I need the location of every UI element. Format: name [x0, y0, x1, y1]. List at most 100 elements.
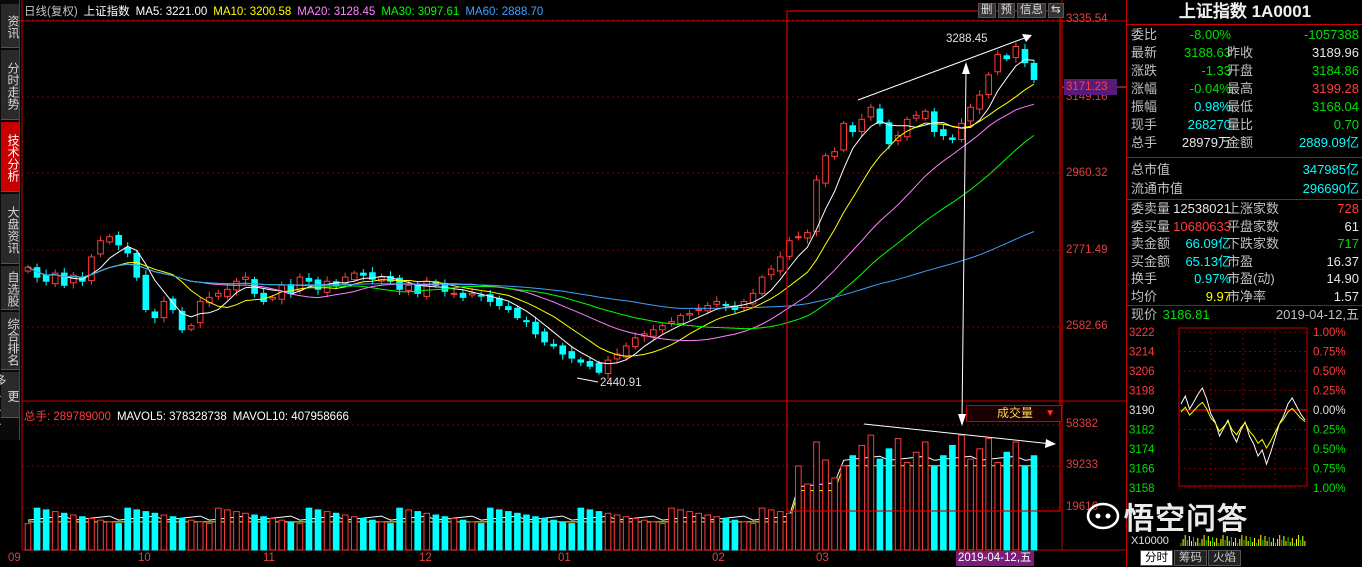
- volume-bar: [305, 507, 313, 551]
- volume-bar: [441, 516, 449, 551]
- swap-icon[interactable]: ⇆: [1048, 3, 1064, 18]
- quote-label: 换手: [1131, 271, 1158, 287]
- volume-bar: [414, 511, 422, 551]
- candle-body: [722, 303, 730, 306]
- preview-button[interactable]: 预: [997, 3, 1015, 18]
- chart-toolbar: 删预信息 ⇆: [978, 3, 1066, 18]
- volume-bar: [477, 523, 485, 551]
- candle-body: [858, 118, 866, 132]
- quote-label: 均价: [1131, 289, 1158, 304]
- quote-label: 委买量: [1131, 218, 1171, 234]
- tab-flame[interactable]: 火焰: [1208, 550, 1241, 566]
- volume-bar: [550, 519, 557, 551]
- left-tab-5[interactable]: 综合排名: [1, 312, 20, 370]
- candle-body: [260, 292, 267, 302]
- left-tab-0[interactable]: 资讯: [1, 4, 20, 48]
- divider: [1127, 157, 1362, 158]
- candle-body: [287, 284, 295, 294]
- quote-value: 347985亿: [1302, 162, 1359, 177]
- volume-bar: [686, 511, 693, 551]
- candle-body: [949, 137, 956, 141]
- candlestick-series: [24, 42, 1038, 379]
- tab-intraday[interactable]: 分时: [1140, 550, 1173, 566]
- volume-bar: [577, 507, 585, 551]
- quote-value: -1057388: [1304, 27, 1359, 42]
- volume-bar: [921, 441, 929, 551]
- candle-body: [215, 292, 222, 297]
- candle-body: [767, 268, 775, 276]
- mavol10-value: MAVOL10: 407958666: [232, 411, 349, 423]
- quote-label: 买金额: [1131, 253, 1171, 269]
- ma30-value: MA30: 3097.61: [381, 6, 460, 18]
- quote-value: 10680633: [1173, 218, 1231, 234]
- left-tab-3[interactable]: 大盘资讯: [1, 194, 20, 264]
- quote-row: 最新 3188.63 昨收 3189.96: [1131, 44, 1359, 62]
- intraday-price-tick: 3206: [1129, 366, 1155, 378]
- quote-row: 总市值 347985亿: [1131, 161, 1359, 179]
- intraday-pct-tick: 0.75%: [1313, 464, 1346, 476]
- dropdown-arrow-icon: ▼: [1045, 408, 1055, 419]
- quote-label: 最新: [1131, 45, 1158, 60]
- left-tab-1[interactable]: 分时走势: [1, 50, 20, 120]
- left-tab-2[interactable]: 技术分析: [1, 122, 20, 192]
- current-price-marker: 3171.23: [1064, 79, 1117, 95]
- delete-button[interactable]: 删: [978, 3, 996, 18]
- volume-bar: [169, 516, 177, 551]
- quote-value: 65.13亿: [1185, 253, 1231, 269]
- candle-body: [631, 337, 639, 348]
- volume-bar: [1021, 465, 1029, 551]
- candle-body: [196, 300, 204, 324]
- volume-bar: [586, 509, 594, 551]
- tab-chips[interactable]: 筹码: [1174, 550, 1207, 566]
- intraday-price-tick: 3166: [1129, 464, 1155, 476]
- volume-bar: [659, 523, 666, 551]
- volume-bar: [831, 477, 838, 551]
- quote-value: 728: [1337, 201, 1359, 216]
- candle-body: [604, 359, 612, 374]
- quote-label: 市盈: [1227, 253, 1254, 269]
- price-tick: 2960.32: [1066, 167, 1108, 179]
- volume-bar: [722, 517, 730, 551]
- quote-row: 买金额 65.13亿 市盈 16.37: [1131, 253, 1359, 271]
- candle-body: [305, 277, 313, 282]
- volume-bar: [369, 519, 376, 551]
- kline-chart[interactable]: [0, 0, 1126, 567]
- ma30-line: [27, 134, 1035, 330]
- volume-bar: [1003, 451, 1011, 551]
- quote-value: 3184.86: [1312, 63, 1359, 78]
- volume-bar: [296, 523, 304, 551]
- chart-period-label[interactable]: 日线(复权): [24, 6, 78, 18]
- volume-bar: [604, 512, 612, 551]
- candle-body: [930, 111, 938, 132]
- quote-label: 最低: [1227, 99, 1254, 114]
- quote-value: 296690亿: [1302, 181, 1359, 196]
- candle-body: [994, 54, 1002, 73]
- candle-body: [867, 106, 875, 118]
- volume-tick: 58382: [1066, 418, 1098, 430]
- indicator-select[interactable]: 成交量 ▼: [966, 405, 1062, 422]
- volume-bar: [1030, 455, 1038, 551]
- left-tab-6[interactable]: 更多...: [0, 372, 20, 428]
- arrow-head-icon: [1045, 439, 1056, 448]
- volume-bar: [541, 517, 548, 551]
- volume-bar: [106, 521, 113, 551]
- candle-body: [849, 125, 857, 132]
- volume-bar: [51, 511, 59, 551]
- quote-value: 12538021: [1173, 201, 1231, 216]
- quote-label: 卖金额: [1131, 236, 1171, 252]
- candle-body: [151, 311, 159, 319]
- quote-label: 昨收: [1227, 45, 1254, 60]
- info-button[interactable]: 信息: [1017, 3, 1046, 18]
- candle-body: [106, 236, 113, 243]
- left-tab-4[interactable]: 自选股: [1, 266, 20, 310]
- candle-body: [912, 114, 920, 119]
- volume-bar: [713, 516, 721, 551]
- intraday-price-tick: 3174: [1129, 444, 1155, 456]
- volume-bar: [776, 511, 784, 551]
- candle-body: [686, 313, 693, 316]
- intraday-pct-tick: 1.00%: [1313, 327, 1346, 339]
- quote-value: 16.37: [1326, 253, 1359, 269]
- quote-value: 0.98%: [1194, 99, 1231, 114]
- quote-label: 振幅: [1131, 99, 1158, 114]
- volume-bar: [867, 434, 875, 551]
